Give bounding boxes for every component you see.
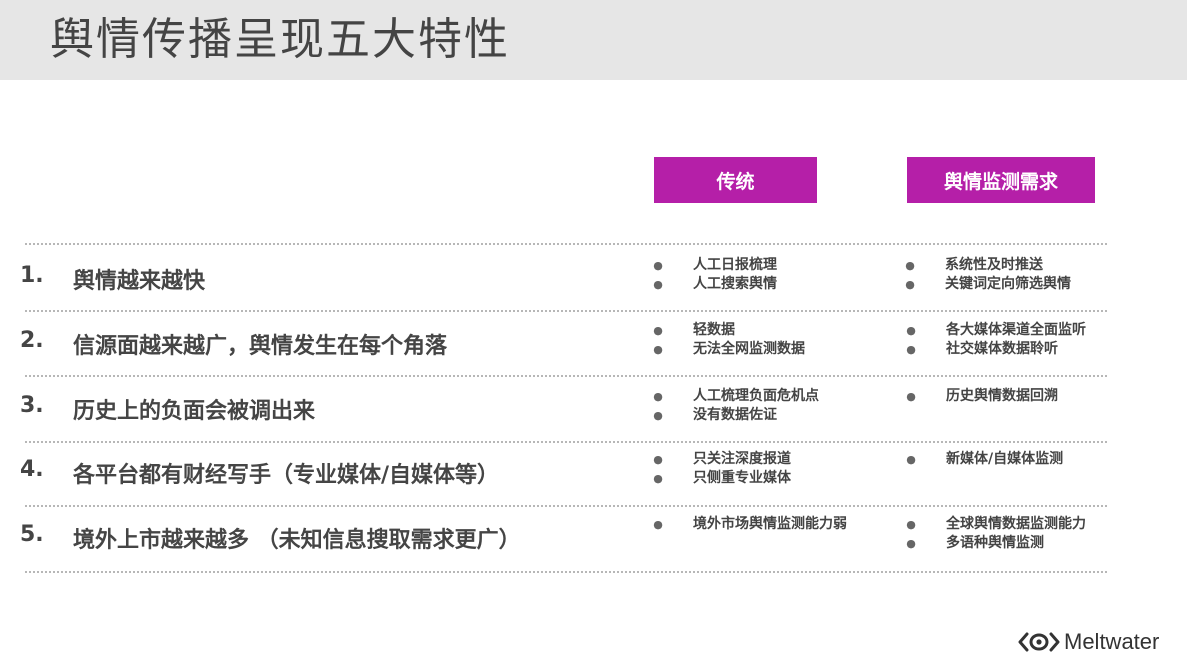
bullet-icon: ● xyxy=(653,343,663,356)
bullet-icon: ● xyxy=(653,324,663,337)
traditional-list: ● 人工梳理负面危机点 ● 没有数据佐证 xyxy=(653,387,819,425)
row-divider xyxy=(25,243,1107,245)
slide-title: 舆情传播呈现五大特性 xyxy=(50,14,510,65)
traditional-list: ● 轻数据 ● 无法全网监测数据 xyxy=(653,321,805,359)
meltwater-logo-icon xyxy=(1018,632,1060,652)
bullet-icon: ● xyxy=(653,390,663,403)
row-label: 境外上市越来越多 （未知信息搜取需求更广） xyxy=(73,528,521,553)
list-item: ● 多语种舆情监测 xyxy=(906,535,1044,551)
row-divider xyxy=(25,441,1107,443)
row-divider xyxy=(25,310,1107,312)
row-number: 1. xyxy=(20,263,44,288)
list-item: ● 系统性及时推送 xyxy=(905,257,1043,273)
list-item: ● 无法全网监测数据 xyxy=(653,341,805,357)
row-label: 舆情越来越快 xyxy=(73,269,206,294)
list-item: ● 只关注深度报道 xyxy=(653,451,791,467)
bullet-icon: ● xyxy=(906,390,916,403)
bullet-icon: ● xyxy=(906,518,916,531)
demand-list: ● 新媒体/自媒体监测 xyxy=(906,450,1063,469)
list-item: ● 轻数据 xyxy=(653,322,735,338)
row-number: 2. xyxy=(20,328,44,353)
bullet-icon: ● xyxy=(653,409,663,422)
list-item: ● 没有数据佐证 xyxy=(653,407,777,423)
row-number: 3. xyxy=(20,393,44,418)
row-divider xyxy=(25,571,1107,573)
bullet-icon: ● xyxy=(905,259,915,272)
demand-list: ● 系统性及时推送 ● 关键词定向筛选舆情 xyxy=(905,256,1071,294)
list-item: ● 新媒体/自媒体监测 xyxy=(906,451,1064,467)
traditional-list: ● 人工日报梳理 ● 人工搜索舆情 xyxy=(653,256,777,294)
demand-list: ● 各大媒体渠道全面监听 ● 社交媒体数据聆听 xyxy=(906,321,1086,359)
demand-list: ● 全球舆情数据监测能力 ● 多语种舆情监测 xyxy=(906,515,1086,553)
bullet-icon: ● xyxy=(906,324,916,337)
bullet-icon: ● xyxy=(905,278,915,291)
row-divider xyxy=(25,505,1107,507)
bullet-icon: ● xyxy=(653,518,663,531)
list-item: ● 社交媒体数据聆听 xyxy=(906,341,1058,357)
row-number: 5. xyxy=(20,522,44,547)
title-band: 舆情传播呈现五大特性 xyxy=(0,0,1187,80)
row-label: 信源面越来越广，舆情发生在每个角落 xyxy=(73,334,448,359)
bullet-icon: ● xyxy=(653,472,663,485)
traditional-list: ● 只关注深度报道 ● 只侧重专业媒体 xyxy=(653,450,791,488)
list-item: ● 人工日报梳理 xyxy=(653,257,777,273)
row-label: 各平台都有财经写手（专业媒体/自媒体等） xyxy=(73,463,500,488)
list-item: ● 历史舆情数据回溯 xyxy=(906,388,1058,404)
bullet-icon: ● xyxy=(906,343,916,356)
list-item: ● 全球舆情数据监测能力 xyxy=(906,516,1086,532)
traditional-list: ● 境外市场舆情监测能力弱 xyxy=(653,515,847,534)
list-item: ● 关键词定向筛选舆情 xyxy=(905,276,1071,292)
bullet-icon: ● xyxy=(653,453,663,466)
row-number: 4. xyxy=(20,457,44,482)
bullet-icon: ● xyxy=(653,259,663,272)
demand-list: ● 历史舆情数据回溯 xyxy=(906,387,1058,406)
bullet-icon: ● xyxy=(653,278,663,291)
row-label: 历史上的负面会被调出来 xyxy=(73,399,316,424)
brand-name: Meltwater xyxy=(1064,629,1160,654)
bullet-icon: ● xyxy=(906,453,916,466)
list-item: ● 人工搜索舆情 xyxy=(653,276,777,292)
header-demand: 舆情监测需求 xyxy=(907,157,1095,203)
brand-logo: Meltwater xyxy=(1018,628,1159,656)
list-item: ● 境外市场舆情监测能力弱 xyxy=(653,516,847,532)
header-traditional: 传统 xyxy=(654,157,817,203)
list-item: ● 只侧重专业媒体 xyxy=(653,470,791,486)
list-item: ● 人工梳理负面危机点 xyxy=(653,388,819,404)
bullet-icon: ● xyxy=(906,537,916,550)
row-divider xyxy=(25,375,1107,377)
list-item: ● 各大媒体渠道全面监听 xyxy=(906,322,1086,338)
